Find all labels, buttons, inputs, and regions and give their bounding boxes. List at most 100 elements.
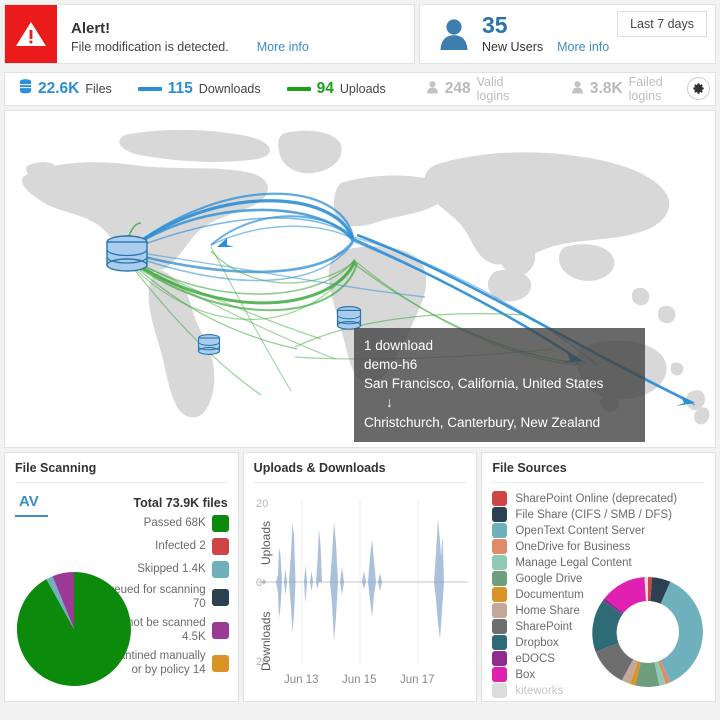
user-icon-failed-logins <box>571 80 584 99</box>
ytick-top: 20 <box>256 498 268 510</box>
tab-av[interactable]: AV <box>15 493 48 517</box>
new-users-text-block: 35 New Users More info <box>482 12 609 55</box>
legend-label: Manage Legal Content <box>515 556 632 569</box>
database-icon <box>19 79 32 99</box>
legend-item[interactable]: Manage Legal Content <box>492 555 705 570</box>
date-range-button[interactable]: Last 7 days <box>617 11 707 37</box>
legend-swatch <box>492 491 508 506</box>
stat-uploads-value: 94 <box>316 80 334 97</box>
legend-swatch <box>211 655 229 673</box>
legend-swatch <box>211 622 229 640</box>
stat-failed-logins-value: 3.8K <box>589 80 623 97</box>
gear-icon[interactable] <box>687 77 710 100</box>
stat-uploads-label: Uploads <box>339 82 386 96</box>
stat-uploads[interactable]: 94 Uploads <box>286 80 386 98</box>
uploads-area <box>261 519 444 582</box>
legend-swatch <box>492 603 508 618</box>
alert-text-block: Alert! File modification is detected. Mo… <box>57 5 309 63</box>
line-marker-uploads-icon <box>286 87 311 91</box>
legend-item[interactable]: OpenText Content Server <box>492 523 705 538</box>
legend-label: SharePoint Online (deprecated) <box>515 492 678 505</box>
legend-label: Passed 68K <box>143 516 206 529</box>
tooltip-origin: San Francisco, California, United States <box>364 376 604 392</box>
world-map-panel[interactable]: 1 download demo-h6 San Francisco, Califo… <box>4 110 716 448</box>
user-icon <box>434 17 474 51</box>
file-sources-panel: File Sources SharePoint Online (deprecat… <box>481 452 717 702</box>
legend-swatch <box>492 523 508 538</box>
new-users-label: New Users <box>482 40 544 54</box>
tooltip-host: demo-h6 <box>364 357 418 373</box>
legend-label: SharePoint <box>515 620 573 633</box>
user-icon-valid-logins <box>426 80 439 99</box>
bottom-panels-row: File Scanning AV Total 73.9K files Passe… <box>0 448 720 706</box>
legend-label: File Share (CIFS / SMB / DFS) <box>515 508 672 521</box>
uploads-downloads-panel: Uploads & Downloads 20 0 20 Uploads Down… <box>242 452 478 705</box>
stat-files-value: 22.6K <box>38 80 80 97</box>
top-summary-row: Alert! File modification is detected. Mo… <box>0 0 720 68</box>
legend-label: OpenText Content Server <box>515 524 646 537</box>
legend-item[interactable]: Infected 2 <box>89 538 229 555</box>
stat-downloads-label: Downloads <box>198 82 261 96</box>
legend-swatch <box>492 571 508 586</box>
tooltip-count: 1 download <box>364 338 434 353</box>
map-tooltip: 1 download demo-h6 San Francisco, Califo… <box>354 328 645 442</box>
new-users-more-info-link[interactable]: More info <box>557 40 609 54</box>
legend-item[interactable]: SharePoint Online (deprecated) <box>492 491 705 506</box>
legend-swatch <box>492 651 508 666</box>
legend-swatch <box>492 555 508 570</box>
dashboard-page: Alert! File modification is detected. Mo… <box>0 0 720 720</box>
uploads-downloads-chart[interactable]: 20 0 20 Uploads Downloads Jun 13 Jun 15 … <box>244 483 478 705</box>
legend-swatch <box>492 635 508 650</box>
legend-item[interactable]: OneDrive for Business <box>492 539 705 554</box>
file-scanning-title: File Scanning <box>15 461 228 483</box>
legend-swatch <box>492 667 508 682</box>
legend-label: kiteworks <box>515 684 564 697</box>
legend-swatch <box>492 587 508 602</box>
legend-swatch <box>211 561 229 578</box>
stat-downloads-value: 115 <box>167 80 193 97</box>
legend-swatch <box>492 619 508 634</box>
downloads-area <box>261 582 444 641</box>
legend-swatch <box>492 683 508 698</box>
legend-label: Skipped 1.4K <box>137 562 206 575</box>
file-sources-title: File Sources <box>492 461 706 483</box>
stat-downloads[interactable]: 115 Downloads <box>137 80 261 98</box>
stat-valid-logins[interactable]: 248 Valid logins <box>426 75 531 103</box>
legend-item[interactable]: Passed 68K <box>89 515 229 532</box>
legend-label: Box <box>515 668 536 681</box>
yaxis-uploads-label: Uploads <box>259 521 273 565</box>
line-marker-downloads-icon <box>137 87 162 91</box>
tooltip-destination: Christchurch, Canterbury, New Zealand <box>364 414 601 430</box>
ytick-mid: 0 <box>256 577 262 589</box>
alert-title: Alert! <box>71 19 111 37</box>
new-users-count: 35 <box>482 12 508 38</box>
stat-files-label: Files <box>85 82 112 96</box>
legend-swatch <box>211 538 229 555</box>
legend-label: Documentum <box>515 588 584 601</box>
yaxis-downloads-label: Downloads <box>259 612 273 671</box>
stats-bar: 22.6K Files 115 Downloads 94 Uploads 248… <box>4 72 716 106</box>
legend-swatch <box>211 515 229 532</box>
legend-swatch <box>211 589 229 607</box>
stat-valid-logins-value: 248 <box>444 80 471 97</box>
xtick-2: Jun 17 <box>400 674 435 686</box>
file-scanning-panel: File Scanning AV Total 73.9K files Passe… <box>4 452 239 702</box>
stat-files[interactable]: 22.6K Files <box>19 79 112 99</box>
stat-valid-logins-label: Valid logins <box>476 75 510 103</box>
alert-card: Alert! File modification is detected. Mo… <box>4 4 415 64</box>
xtick-1: Jun 15 <box>342 674 377 686</box>
file-scanning-pie-chart[interactable] <box>15 570 133 693</box>
stat-failed-logins[interactable]: 3.8K Failed logins <box>571 75 689 103</box>
legend-item[interactable]: File Share (CIFS / SMB / DFS) <box>492 507 705 522</box>
xtick-0: Jun 13 <box>284 674 319 686</box>
legend-label: OneDrive for Business <box>515 540 631 553</box>
legend-swatch <box>492 539 508 554</box>
legend-swatch <box>492 507 508 522</box>
file-sources-donut-chart[interactable] <box>587 574 709 695</box>
new-users-card: 35 New Users More info Last 7 days <box>419 4 716 64</box>
legend-label: Home Share <box>515 604 580 617</box>
file-scanning-total: Total 73.9K files <box>133 496 228 510</box>
alert-more-info-link[interactable]: More info <box>257 40 309 54</box>
legend-label: Infected 2 <box>155 539 206 552</box>
alert-message: File modification is detected. <box>71 40 229 55</box>
